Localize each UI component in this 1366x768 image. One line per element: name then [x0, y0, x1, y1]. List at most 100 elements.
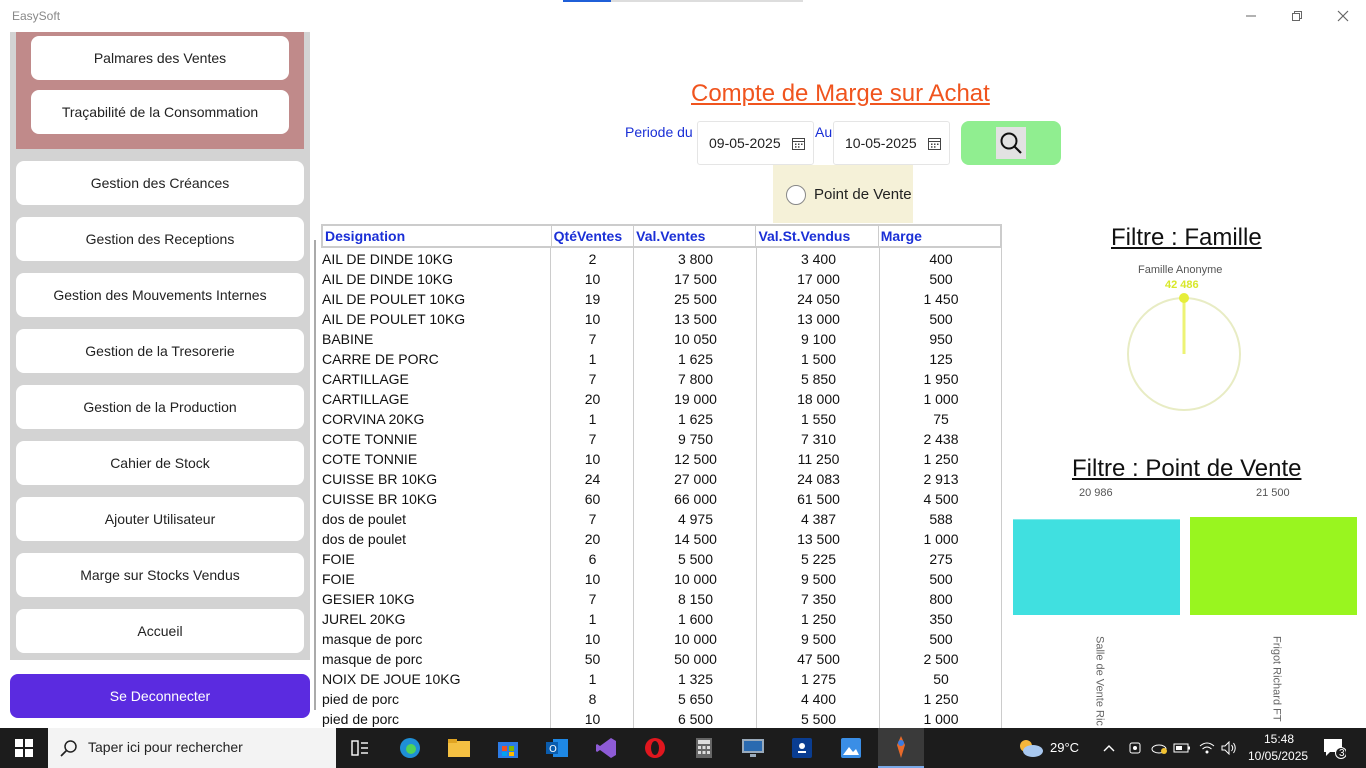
search-button[interactable]: [961, 121, 1061, 165]
sidebar-item-tresorerie[interactable]: Gestion de la Tresorerie: [16, 329, 304, 373]
photos-icon[interactable]: [835, 732, 867, 764]
cell-designation: COTE TONNIE: [322, 451, 418, 467]
sidebar-item-production[interactable]: Gestion de la Production: [16, 385, 304, 429]
table-row[interactable]: FOIE 10 10 000 9 500 500: [321, 569, 1002, 589]
cell-designation: CUISSE BR 10KG: [322, 491, 438, 507]
outlook-icon[interactable]: O: [541, 732, 573, 764]
point-de-vente-radio[interactable]: [786, 185, 806, 205]
table-row[interactable]: CUISSE BR 10KG 60 66 000 61 500 4 500: [321, 489, 1002, 509]
table-row[interactable]: COTE TONNIE 10 12 500 11 250 1 250: [321, 449, 1002, 469]
cell-marge: 350: [929, 611, 953, 627]
cell-marge: 50: [933, 671, 949, 687]
sidebar-item-ajouter-utilisateur[interactable]: Ajouter Utilisateur: [16, 497, 304, 541]
sidebar-item-tracabilite[interactable]: Traçabilité de la Consommation: [31, 90, 289, 134]
close-button[interactable]: [1320, 0, 1366, 32]
sidebar-subpanel: Palmares des Ventes Traçabilité de la Co…: [16, 32, 304, 149]
table-row[interactable]: CARRE DE PORC 1 1 625 1 500 125: [321, 349, 1002, 369]
table-row[interactable]: masque de porc 50 50 000 47 500 2 500: [321, 649, 1002, 669]
date-to-picker[interactable]: 10-05-2025: [833, 121, 950, 165]
table-row[interactable]: CARTILLAGE 7 7 800 5 850 1 950: [321, 369, 1002, 389]
table-row[interactable]: COTE TONNIE 7 9 750 7 310 2 438: [321, 429, 1002, 449]
remote-desktop-icon[interactable]: [737, 732, 769, 764]
calculator-icon[interactable]: [688, 732, 720, 764]
store-icon[interactable]: [492, 732, 524, 764]
sidebar-item-marge-stocks[interactable]: Marge sur Stocks Vendus: [16, 553, 304, 597]
cell-val-st-vendus: 1 550: [800, 411, 837, 427]
sidebar-item-cahier-stock[interactable]: Cahier de Stock: [16, 441, 304, 485]
date-from-picker[interactable]: 09-05-2025: [697, 121, 814, 165]
minimize-icon: [1246, 15, 1256, 17]
task-view-icon[interactable]: [344, 732, 376, 764]
table-row[interactable]: AIL DE POULET 10KG 19 25 500 24 050 1 450: [321, 289, 1002, 309]
col-designation[interactable]: Designation: [323, 226, 552, 246]
clock-date[interactable]: 10/05/2025: [1248, 749, 1308, 763]
pie-slice[interactable]: [1127, 297, 1241, 411]
cell-marge: 1 450: [923, 291, 959, 307]
cell-designation: pied de porc: [322, 711, 400, 727]
cell-designation: CARTILLAGE: [322, 371, 409, 387]
taskbar-search[interactable]: Taper ici pour rechercher: [48, 728, 336, 768]
cell-marge: 1 000: [923, 391, 959, 407]
table-row[interactable]: JUREL 20KG 1 1 600 1 250 350: [321, 609, 1002, 629]
table-row[interactable]: masque de porc 10 10 000 9 500 500: [321, 629, 1002, 649]
opera-icon[interactable]: [639, 732, 671, 764]
cell-marge: 500: [929, 271, 953, 287]
clock-time[interactable]: 15:48: [1264, 732, 1294, 746]
table-row[interactable]: FOIE 6 5 500 5 225 275: [321, 549, 1002, 569]
margin-table: Designation QtéVentes Val.Ventes Val.St.…: [321, 224, 1002, 728]
cell-marge: 950: [929, 331, 953, 347]
cell-marge: 588: [929, 511, 953, 527]
cell-val-st-vendus: 1 250: [800, 611, 837, 627]
table-row[interactable]: dos de poulet 7 4 975 4 387 588: [321, 509, 1002, 529]
cell-val-ventes: 3 800: [677, 251, 714, 267]
point-vente-chart-title: Filtre : Point de Vente: [1072, 455, 1302, 482]
sidebar-item-palmares[interactable]: Palmares des Ventes: [31, 36, 289, 80]
app-blue-icon[interactable]: [786, 732, 818, 764]
cell-val-st-vendus: 47 500: [797, 651, 840, 667]
weather-temperature[interactable]: 29°C: [1050, 740, 1079, 755]
sidebar-item-mouvements[interactable]: Gestion des Mouvements Internes: [16, 273, 304, 317]
cell-qte-ventes: 1: [588, 671, 597, 687]
volume-icon[interactable]: [1214, 732, 1244, 764]
sidebar-scrollbar[interactable]: [314, 240, 316, 710]
col-marge[interactable]: Marge: [879, 226, 1000, 246]
restore-button[interactable]: [1274, 0, 1320, 32]
col-val-st-vendus[interactable]: Val.St.Vendus: [756, 226, 879, 246]
cell-val-st-vendus: 4 387: [800, 511, 837, 527]
table-row[interactable]: pied de porc 10 6 500 5 500 1 000: [321, 709, 1002, 728]
weather-icon[interactable]: [1014, 732, 1046, 764]
table-row[interactable]: dos de poulet 20 14 500 13 500 1 000: [321, 529, 1002, 549]
cell-qte-ventes: 10: [584, 451, 601, 467]
bar-1[interactable]: [1190, 517, 1357, 615]
app-title: EasySoft: [12, 9, 61, 23]
table-row[interactable]: AIL DE DINDE 10KG 2 3 800 3 400 400: [321, 249, 1002, 269]
visual-studio-icon[interactable]: [590, 732, 622, 764]
sidebar-item-receptions[interactable]: Gestion des Receptions: [16, 217, 304, 261]
minimize-button[interactable]: [1228, 0, 1274, 32]
table-row[interactable]: GESIER 10KG 7 8 150 7 350 800: [321, 589, 1002, 609]
point-de-vente-filter: Point de Vente: [773, 165, 913, 223]
table-row[interactable]: CARTILLAGE 20 19 000 18 000 1 000: [321, 389, 1002, 409]
sidebar-item-creances[interactable]: Gestion des Créances: [16, 161, 304, 205]
cell-marge: 2 913: [923, 471, 959, 487]
table-row[interactable]: AIL DE DINDE 10KG 10 17 500 17 000 500: [321, 269, 1002, 289]
bar-0[interactable]: [1013, 519, 1180, 615]
cell-val-ventes: 12 500: [674, 451, 717, 467]
notification-button[interactable]: 3: [1318, 732, 1350, 764]
logout-button[interactable]: Se Deconnecter: [10, 674, 310, 718]
table-row[interactable]: pied de porc 8 5 650 4 400 1 250: [321, 689, 1002, 709]
table-row[interactable]: AIL DE POULET 10KG 10 13 500 13 000 500: [321, 309, 1002, 329]
col-val-ventes[interactable]: Val.Ventes: [634, 226, 757, 246]
edge-icon[interactable]: [394, 732, 426, 764]
table-row[interactable]: CUISSE BR 10KG 24 27 000 24 083 2 913: [321, 469, 1002, 489]
cell-val-st-vendus: 5 500: [800, 711, 837, 727]
file-explorer-icon[interactable]: [443, 732, 475, 764]
start-button[interactable]: [8, 732, 40, 764]
table-row[interactable]: CORVINA 20KG 1 1 625 1 550 75: [321, 409, 1002, 429]
sidebar-item-accueil[interactable]: Accueil: [16, 609, 304, 653]
point-de-vente-label: Point de Vente: [814, 186, 912, 203]
table-row[interactable]: NOIX DE JOUE 10KG 1 1 325 1 275 50: [321, 669, 1002, 689]
easysoft-task-icon[interactable]: [878, 728, 924, 768]
table-row[interactable]: BABINE 7 10 050 9 100 950: [321, 329, 1002, 349]
col-qte-ventes[interactable]: QtéVentes: [552, 226, 635, 246]
